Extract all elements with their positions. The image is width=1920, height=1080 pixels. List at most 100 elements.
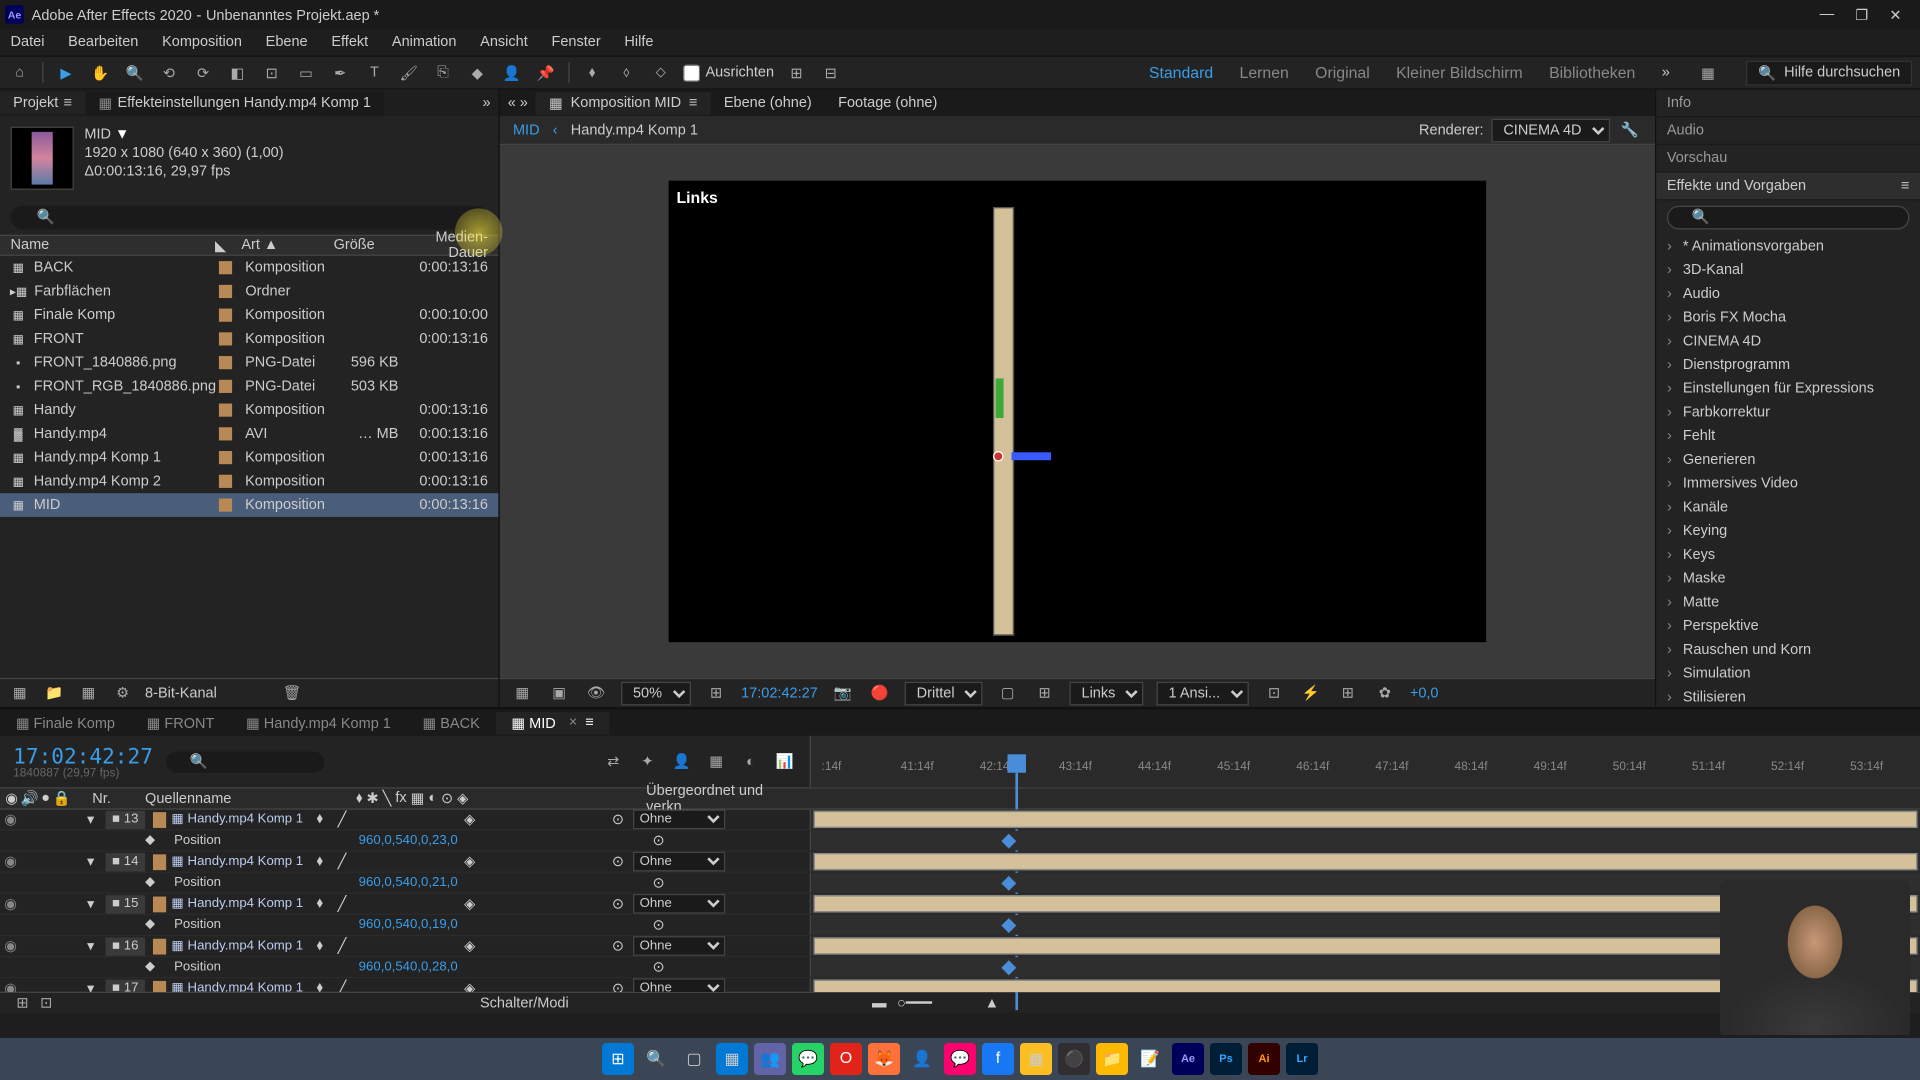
illustrator-icon[interactable]: Ai [1248, 1043, 1280, 1075]
facebook-icon[interactable]: f [982, 1043, 1014, 1075]
tab-footage[interactable]: Footage (ohne) [825, 92, 951, 113]
project-settings-icon[interactable]: ⚙ [111, 681, 135, 705]
timeline-property-row[interactable]: ⬥Position960,0,540,0,21,0⊙ [0, 873, 1920, 894]
effect-category[interactable]: Generieren [1656, 448, 1920, 472]
timeline-layer-row[interactable]: ◉▾■ 16▦ Handy.mp4 Komp 1⬧╱◈⊙Ohne [0, 936, 1920, 957]
workspace-original[interactable]: Original [1315, 63, 1370, 81]
breadcrumb-mid[interactable]: MID [513, 122, 540, 138]
view-axis-icon[interactable]: ⬦ [649, 61, 673, 85]
search-help[interactable]: 🔍 Hilfe durchsuchen [1746, 60, 1912, 85]
zoom-slider[interactable]: ○━━━ [897, 994, 932, 1011]
task-view-icon[interactable]: ▢ [678, 1043, 710, 1075]
graph-editor-icon[interactable]: 📊 [773, 750, 797, 774]
zoom-in-icon[interactable]: ▲ [985, 995, 999, 1011]
effect-category[interactable]: CINEMA 4D [1656, 330, 1920, 354]
menu-datei[interactable]: Datei [11, 34, 45, 50]
pan-behind-tool-icon[interactable]: ⊡ [260, 61, 284, 85]
effects-search-input[interactable] [1667, 206, 1910, 230]
lightroom-icon[interactable]: Lr [1286, 1043, 1318, 1075]
switch-icon[interactable]: ▦ [411, 790, 425, 807]
header-label-icon[interactable]: ◣ [215, 237, 241, 254]
effect-category[interactable]: Rauschen und Korn [1656, 638, 1920, 662]
text-tool-icon[interactable]: T [363, 61, 387, 85]
section-effekte[interactable]: Effekte und Vorgaben≡ [1656, 173, 1920, 201]
switch-icon[interactable]: ◈ [457, 790, 468, 807]
effect-category[interactable]: Boris FX Mocha [1656, 306, 1920, 330]
workspace-panel-icon[interactable]: ▦ [1696, 61, 1720, 85]
effect-category[interactable]: Simulation [1656, 662, 1920, 686]
close-button[interactable]: ✕ [1889, 6, 1901, 23]
shape-tool-icon[interactable]: ▭ [294, 61, 318, 85]
puppet-tool-icon[interactable]: 📌 [534, 61, 558, 85]
motion-blur-icon[interactable]: ◐ [738, 750, 762, 774]
effect-category[interactable]: 3D-Kanal [1656, 258, 1920, 282]
minimize-button[interactable]: — [1820, 6, 1835, 23]
whatsapp-icon[interactable]: 💬 [792, 1043, 824, 1075]
viewport[interactable]: Links [500, 145, 1655, 678]
eraser-tool-icon[interactable]: ◆ [466, 61, 490, 85]
effect-category[interactable]: Stilisieren [1656, 686, 1920, 707]
section-info[interactable]: Info [1656, 90, 1920, 118]
opera-icon[interactable]: O [830, 1043, 862, 1075]
orbit-tool-icon[interactable]: ⟲ [157, 61, 181, 85]
gizmo-x-axis[interactable] [1011, 452, 1051, 460]
gizmo-y-axis[interactable] [996, 378, 1004, 418]
mask-visibility-icon[interactable]: 👁 [584, 681, 608, 705]
search-icon[interactable]: 🔍 [640, 1043, 672, 1075]
start-button[interactable]: ⊞ [602, 1043, 634, 1075]
switch-icon[interactable]: ╲ [383, 790, 392, 807]
timeline-property-row[interactable]: ⬥Position960,0,540,0,28,0⊙ [0, 957, 1920, 978]
workspace-klein[interactable]: Kleiner Bildschirm [1396, 63, 1523, 81]
effect-category[interactable]: Matte [1656, 591, 1920, 615]
project-item[interactable]: ▦Handy.mp4 Komp 2Komposition0:00:13:16 [0, 469, 498, 493]
toggle-transparency-icon[interactable]: ▣ [547, 681, 571, 705]
show-channel-icon[interactable]: 🔴 [868, 681, 892, 705]
new-folder-icon[interactable]: 📁 [42, 681, 66, 705]
menu-hilfe[interactable]: Hilfe [624, 34, 653, 50]
timeline-layer-row[interactable]: ◉▾■ 13▦ Handy.mp4 Komp 1⬧╱◈⊙Ohne [0, 810, 1920, 831]
footer-label[interactable]: Schalter/Modi [480, 995, 569, 1011]
breadcrumb-handy[interactable]: Handy.mp4 Komp 1 [571, 122, 698, 138]
layer-preview[interactable] [993, 207, 1014, 636]
view-select[interactable]: Links [1070, 681, 1144, 705]
firefox-icon[interactable]: 🦊 [868, 1043, 900, 1075]
gizmo-origin[interactable] [993, 451, 1004, 462]
zoom-tool-icon[interactable]: 🔍 [123, 61, 147, 85]
panel-overflow-icon[interactable]: » [475, 95, 499, 111]
after-effects-icon[interactable]: Ae [1172, 1043, 1204, 1075]
section-audio[interactable]: Audio [1656, 117, 1920, 145]
effect-category[interactable]: Fehlt [1656, 425, 1920, 449]
effect-category[interactable]: Einstellungen für Expressions [1656, 377, 1920, 401]
timeline-layer-row[interactable]: ◉▾■ 14▦ Handy.mp4 Komp 1⬧╱◈⊙Ohne [0, 852, 1920, 873]
project-item[interactable]: ▦HandyKomposition0:00:13:16 [0, 398, 498, 422]
frame-blend-icon[interactable]: ▦ [704, 750, 728, 774]
world-axis-icon[interactable]: ⬨ [615, 61, 639, 85]
effect-category[interactable]: Kanäle [1656, 496, 1920, 520]
renderer-select[interactable]: CINEMA 4D [1491, 118, 1610, 142]
project-search-input[interactable] [11, 206, 488, 230]
grid-icon[interactable]: ⊞ [1033, 681, 1057, 705]
app-icon[interactable]: ▦ [1020, 1043, 1052, 1075]
view-count-select[interactable]: 1 Ansi... [1157, 681, 1249, 705]
tab-ebene[interactable]: Ebene (ohne) [711, 92, 825, 113]
brush-tool-icon[interactable]: 🖌 [397, 61, 421, 85]
workspace-lernen[interactable]: Lernen [1240, 63, 1289, 81]
snapshot-icon[interactable]: 📷 [831, 681, 855, 705]
menu-bearbeiten[interactable]: Bearbeiten [68, 34, 138, 50]
app-icon[interactable]: 👤 [906, 1043, 938, 1075]
panel-nav-icon[interactable]: « » [500, 95, 536, 111]
rotate-tool-icon[interactable]: ⟳ [191, 61, 215, 85]
switch-icon[interactable]: ⊙ [441, 790, 453, 807]
effect-category[interactable]: Keys [1656, 543, 1920, 567]
project-item[interactable]: ▦BACKKomposition0:00:13:16 [0, 256, 498, 280]
project-item[interactable]: ▪FRONT_1840886.pngPNG-Datei596 KB [0, 351, 498, 375]
header-size[interactable]: Größe [334, 237, 400, 253]
timeline-property-row[interactable]: ⬥Position960,0,540,0,23,0⊙ [0, 831, 1920, 852]
new-comp-icon[interactable]: ▦ [76, 681, 100, 705]
menu-ansicht[interactable]: Ansicht [480, 34, 528, 50]
project-item[interactable]: ▸▦FarbflächenOrdner [0, 280, 498, 304]
tab-effekteinstellungen[interactable]: ▦ Effekteinstellungen Handy.mp4 Komp 1 [85, 92, 384, 114]
tab-projekt[interactable]: Projekt ≡ [0, 92, 85, 113]
comp-mini-flowchart-icon[interactable]: ⇄ [601, 750, 625, 774]
header-name[interactable]: Name [11, 237, 215, 253]
